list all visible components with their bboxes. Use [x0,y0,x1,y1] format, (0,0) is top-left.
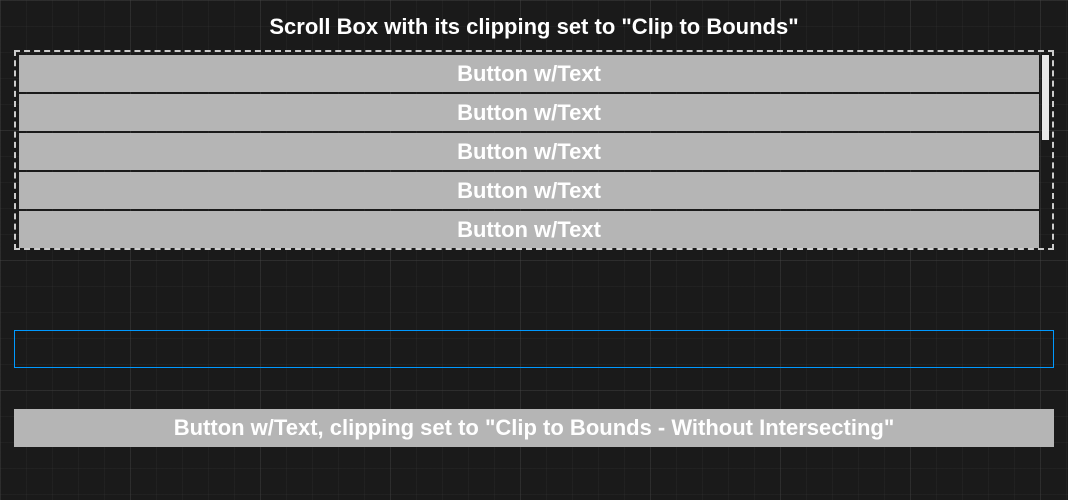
scrollbar-thumb[interactable] [1042,55,1049,140]
scroll-button[interactable]: Button w/Text [19,211,1039,248]
scrollbar-track[interactable] [1042,55,1049,245]
scroll-button[interactable]: Button w/Text [19,133,1039,170]
page-title: Scroll Box with its clipping set to "Cli… [0,0,1068,50]
selection-outline [14,330,1054,368]
scroll-box[interactable]: Button w/Text Button w/Text Button w/Tex… [14,50,1054,250]
scroll-button[interactable]: Button w/Text [19,94,1039,131]
scroll-box-content: Button w/Text Button w/Text Button w/Tex… [19,55,1042,245]
bottom-button[interactable]: Button w/Text, clipping set to "Clip to … [14,409,1054,447]
scroll-button[interactable]: Button w/Text [19,55,1039,92]
scroll-button[interactable]: Button w/Text [19,172,1039,209]
